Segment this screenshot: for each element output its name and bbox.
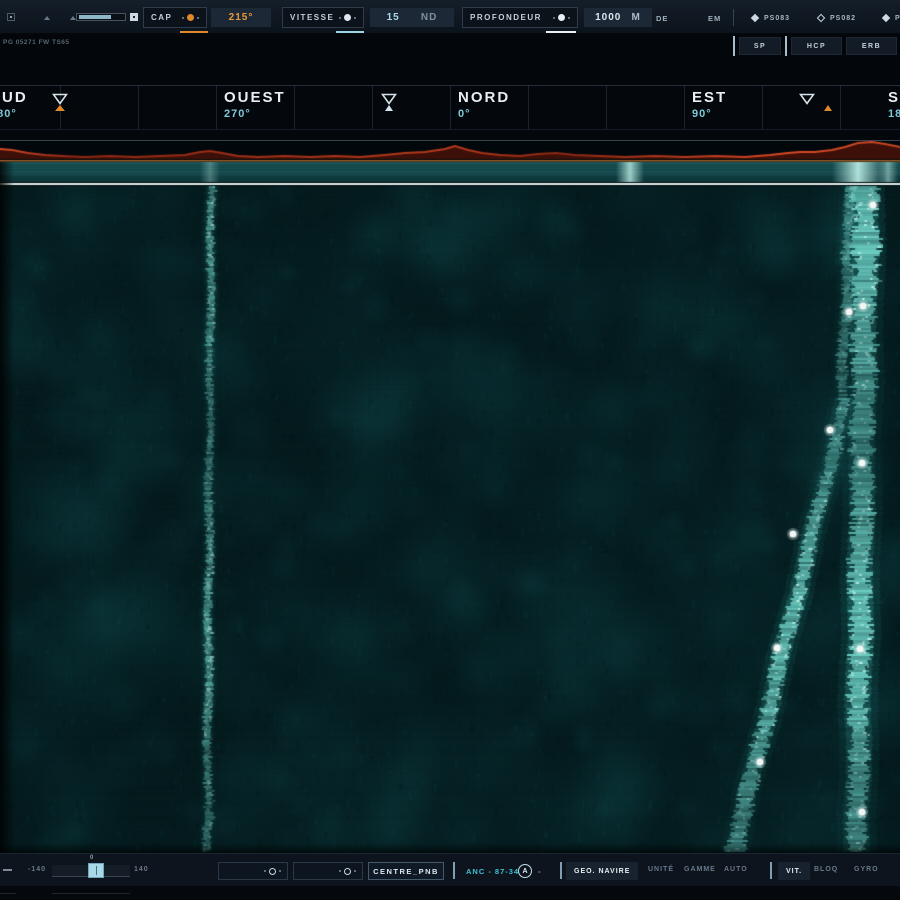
gain-zero-label: 0 [90,855,93,861]
bearing-submarker-icon [824,105,832,111]
separator-bar [453,862,455,879]
option-gamme[interactable]: GAMME [684,866,716,873]
geo-navire-button[interactable]: GEO. NAVIRE [566,862,638,880]
sonar-waterfall[interactable] [0,141,900,853]
brightness-slider-fill [79,15,111,19]
dial-icon[interactable] [339,868,356,875]
bottom-strip [0,886,900,900]
profondeur-value: 1000 M [584,8,652,27]
vitesse-dial-icon[interactable] [339,14,356,21]
vitesse-control[interactable]: VITESSE [282,7,364,28]
diamond-filled-icon [751,14,759,22]
cap-dial-icon[interactable] [182,14,199,21]
compass-grid-line [840,86,841,129]
option-gyro[interactable]: GYRO [854,866,879,873]
profondeur-dial-icon[interactable] [553,14,570,21]
compass-divider-line [0,129,900,130]
track-designation-label[interactable]: ANC - 87-34 [466,867,519,876]
compass-grid-line [450,86,451,129]
bearing-marker-icon[interactable] [52,92,68,104]
compass-label-est: EST90° [692,89,812,120]
separator-bar [770,862,772,879]
compass-label-ouest: OUEST270° [224,89,344,120]
tick-up-icon [44,16,50,20]
profondeur-value-text: 1000 [595,12,621,23]
dial-icon[interactable] [264,868,281,875]
bearing-submarker-icon [385,105,393,111]
dial-box-2[interactable] [293,862,363,880]
strip-mark [0,893,16,894]
tab-hcp[interactable]: HCP [791,37,842,55]
de-button[interactable]: DE [656,14,668,23]
minimize-icon[interactable] [3,869,12,871]
bottom-toolbar: -140 0 140 CENTRE_PNB ANC - 87-34 A - GE… [0,853,900,886]
vitesse-value: 15 ND [370,8,454,27]
profondeur-underline [546,31,576,33]
vit-button[interactable]: VIT. [778,862,810,880]
option-bloq[interactable]: BLOQ [814,866,838,873]
brightness-slider[interactable] [76,13,126,21]
cap-label: CAP [151,13,172,22]
centre-pnb-button[interactable]: CENTRE_PNB [368,862,444,880]
gain-max-label: 140 [134,866,149,873]
diamond-filled-icon [882,14,890,22]
top-toolbar: CAP 215° VITESSE 15 ND PROFONDEUR 1000 M… [0,0,900,34]
compass-strip[interactable]: SUD180°OUEST270°NORD0°EST90°SUD180° [0,85,900,141]
gain-min-label: -140 [28,866,46,873]
badge-dash: - [538,867,541,876]
bearing-submarker-icon [55,105,65,111]
tab-erb[interactable]: ERB [846,37,897,55]
compass-grid-line [138,86,139,129]
vitesse-underline [336,31,364,33]
compass-label-sud: SUD180° [888,89,900,120]
vitesse-label: VITESSE [290,13,334,22]
cap-value: 215° [211,8,271,27]
tab-separator [733,36,735,56]
vitesse-unit-text: ND [421,12,437,23]
profondeur-unit-text: M [632,12,641,23]
dial-box-1[interactable] [218,862,288,880]
compass-grid-line [372,86,373,129]
option-auto[interactable]: AUTO [724,866,748,873]
window-mode-icon[interactable] [7,13,15,21]
track-badge[interactable]: A [518,864,532,878]
diamond-hollow-icon [817,14,825,22]
sonar-station-screen: CAP 215° VITESSE 15 ND PROFONDEUR 1000 M… [0,0,900,900]
compass-grid-line [216,86,217,129]
sub-toolbar: PG 05271 FW TS65 SP HCP ERB [0,35,900,60]
cap-underline [180,31,208,33]
vitesse-value-text: 15 [387,12,400,23]
cap-value-text: 215° [229,12,254,23]
compass-label-nord: NORD0° [458,89,578,120]
bearing-marker-icon[interactable] [381,92,397,104]
option-unite[interactable]: UNITÉ [648,866,674,873]
compass-grid-line [606,86,607,129]
em-button[interactable]: EM [708,14,721,23]
sensor-ps082[interactable]: PS082 [818,13,856,23]
gain-slider-handle[interactable] [88,863,104,878]
tab-sp[interactable]: SP [739,37,781,55]
cap-control[interactable]: CAP [143,7,207,28]
toolbar-separator [733,9,734,26]
compass-grid-line [684,86,685,129]
bearing-marker-icon[interactable] [799,92,815,104]
tab-separator [785,36,787,56]
profondeur-control[interactable]: PROFONDEUR [462,7,578,28]
profondeur-label: PROFONDEUR [470,13,542,22]
slider-step-button[interactable] [130,13,138,21]
separator-bar [560,862,562,879]
device-code: PG 05271 FW TS65 [3,39,70,46]
sensor-ps083[interactable]: PS083 [752,13,790,23]
strip-mark [52,893,130,894]
sensor-ps081[interactable]: PS081 [883,13,900,23]
